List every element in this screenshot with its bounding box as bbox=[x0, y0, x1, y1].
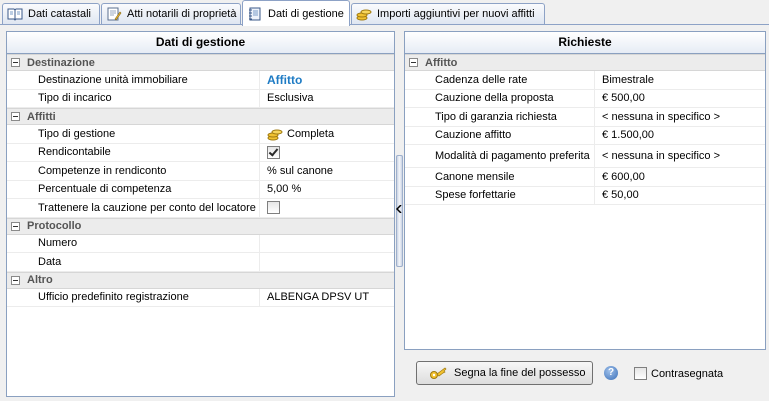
group-protocollo[interactable]: Protocollo bbox=[7, 217, 394, 235]
tab-dati-di-gestione[interactable]: Dati di gestione bbox=[242, 0, 350, 26]
tab-dati-catastali[interactable]: Dati catastali bbox=[2, 3, 100, 24]
property-label: Tipo di incarico bbox=[7, 89, 260, 107]
property-label: Cauzione della proposta bbox=[405, 89, 595, 107]
property-value[interactable]: ALBENGA DPSV UT bbox=[260, 289, 369, 307]
property-value[interactable]: Bimestrale bbox=[595, 71, 654, 89]
notebook-icon bbox=[247, 7, 263, 21]
group-title: Affitto bbox=[425, 56, 458, 69]
contrasegnata-checkbox-group[interactable]: Contrasegnata bbox=[634, 367, 723, 380]
contrasegnata-checkbox[interactable] bbox=[634, 367, 647, 380]
property-value[interactable]: € 500,00 bbox=[595, 90, 645, 108]
property-row[interactable]: Rendicontabile bbox=[7, 143, 394, 162]
property-value[interactable]: € 50,00 bbox=[595, 187, 639, 205]
property-label: Rendicontabile bbox=[7, 143, 260, 161]
richieste-panel: Richieste Affitto Cadenza delle rate Bim… bbox=[404, 31, 766, 350]
property-value[interactable]: < nessuna in specifico > bbox=[595, 108, 720, 126]
group-affitti[interactable]: Affitti bbox=[7, 108, 394, 125]
property-row[interactable]: Data bbox=[7, 253, 394, 272]
panel-splitter[interactable] bbox=[395, 25, 403, 401]
property-value[interactable]: Esclusiva bbox=[260, 90, 313, 108]
property-row[interactable]: Cauzione della proposta € 500,00 bbox=[405, 89, 765, 108]
property-row[interactable]: Cauzione affitto € 1.500,00 bbox=[405, 126, 765, 145]
dati-di-gestione-panel: Dati di gestione Destinazione Destinazio… bbox=[6, 31, 395, 397]
property-label: Ufficio predefinito registrazione bbox=[7, 288, 260, 306]
property-label: Competenze in rendiconto bbox=[7, 162, 260, 180]
checkbox-label: Contrasegnata bbox=[651, 367, 724, 380]
tab-label: Importi aggiuntivi per nuovi affitti bbox=[377, 8, 535, 20]
property-row[interactable]: Tipo di gestione Completa bbox=[7, 125, 394, 144]
property-row[interactable]: Tipo di incarico Esclusiva bbox=[7, 89, 394, 108]
property-label: Numero bbox=[7, 234, 260, 252]
property-row[interactable]: Destinazione unità immobiliare Affitto bbox=[7, 71, 394, 90]
collapse-icon[interactable] bbox=[11, 275, 20, 285]
tab-label: Dati catastali bbox=[28, 8, 91, 20]
panel-title: Dati di gestione bbox=[7, 32, 394, 54]
tab-atti-notarili[interactable]: Atti notarili di proprietà bbox=[101, 3, 241, 24]
segna-fine-possesso-button[interactable]: Segna la fine del possesso bbox=[416, 361, 593, 385]
property-value[interactable]: Completa bbox=[287, 128, 334, 140]
group-title: Altro bbox=[27, 274, 53, 286]
property-value[interactable]: < nessuna in specifico > bbox=[595, 145, 720, 167]
tab-strip: Dati catastali Atti notarili di propriet… bbox=[0, 0, 769, 26]
coins-icon bbox=[356, 7, 372, 21]
property-label: Destinazione unità immobiliare bbox=[7, 71, 260, 89]
property-label: Spese forfettarie bbox=[405, 186, 595, 204]
group-affitto[interactable]: Affitto bbox=[405, 54, 765, 71]
collapse-icon[interactable] bbox=[409, 58, 418, 67]
property-row[interactable]: Numero bbox=[7, 234, 394, 253]
group-destinazione[interactable]: Destinazione bbox=[7, 54, 394, 71]
collapse-icon[interactable] bbox=[11, 58, 20, 67]
rendicontabile-checkbox[interactable] bbox=[267, 145, 280, 159]
property-label: Cadenza delle rate bbox=[405, 71, 595, 89]
document-pen-icon bbox=[106, 7, 122, 21]
tab-label: Dati di gestione bbox=[268, 7, 344, 20]
keys-icon bbox=[429, 365, 447, 381]
property-label: Modalità di pagamento preferita bbox=[405, 145, 595, 167]
property-value[interactable]: € 600,00 bbox=[595, 168, 645, 186]
panel-title: Richieste bbox=[405, 32, 765, 54]
property-value[interactable]: 5,00 % bbox=[260, 181, 301, 199]
footer-bar: Segna la fine del possesso ? Contrasegna… bbox=[405, 356, 767, 396]
property-value[interactable] bbox=[260, 253, 267, 271]
property-label: Percentuale di competenza bbox=[7, 180, 260, 198]
property-row[interactable]: Percentuale di competenza 5,00 % bbox=[7, 180, 394, 199]
property-row[interactable]: Cadenza delle rate Bimestrale bbox=[405, 71, 765, 90]
coins-icon bbox=[267, 127, 283, 141]
property-label: Data bbox=[7, 253, 260, 271]
property-label: Trattenere la cauzione per conto del loc… bbox=[7, 199, 260, 217]
property-row[interactable]: Modalità di pagamento preferita < nessun… bbox=[405, 145, 765, 168]
tab-importi-aggiuntivi[interactable]: Importi aggiuntivi per nuovi affitti bbox=[351, 3, 545, 24]
collapse-icon[interactable] bbox=[11, 112, 20, 121]
button-label: Segna la fine del possesso bbox=[454, 367, 586, 379]
group-title: Destinazione bbox=[27, 56, 95, 69]
property-row[interactable]: Canone mensile € 600,00 bbox=[405, 168, 765, 187]
tab-content: Dati di gestione Destinazione Destinazio… bbox=[0, 25, 769, 401]
tab-label: Atti notarili di proprietà bbox=[127, 8, 237, 20]
trattenere-cauzione-checkbox[interactable] bbox=[267, 201, 280, 215]
property-value[interactable]: % sul canone bbox=[260, 162, 333, 180]
group-title: Affitti bbox=[27, 110, 56, 123]
property-label: Cauzione affitto bbox=[405, 126, 595, 144]
property-label: Tipo di gestione bbox=[7, 125, 260, 143]
destinazione-value-link[interactable]: Affitto bbox=[267, 73, 302, 87]
property-row[interactable]: Spese forfettarie € 50,00 bbox=[405, 186, 765, 205]
property-label: Canone mensile bbox=[405, 168, 595, 186]
group-altro[interactable]: Altro bbox=[7, 271, 394, 289]
property-label: Tipo di garanzia richiesta bbox=[405, 108, 595, 126]
collapse-left-arrow-icon[interactable] bbox=[395, 204, 402, 215]
property-row[interactable]: Competenze in rendiconto % sul canone bbox=[7, 162, 394, 181]
property-value[interactable] bbox=[260, 235, 267, 253]
book-icon bbox=[7, 7, 23, 21]
property-row[interactable]: Ufficio predefinito registrazione ALBENG… bbox=[7, 288, 394, 307]
property-row[interactable]: Trattenere la cauzione per conto del loc… bbox=[7, 199, 394, 218]
collapse-icon[interactable] bbox=[11, 221, 20, 231]
help-icon[interactable]: ? bbox=[604, 366, 618, 380]
property-row[interactable]: Tipo di garanzia richiesta < nessuna in … bbox=[405, 108, 765, 127]
group-title: Protocollo bbox=[27, 220, 82, 232]
property-value[interactable]: € 1.500,00 bbox=[595, 127, 654, 145]
